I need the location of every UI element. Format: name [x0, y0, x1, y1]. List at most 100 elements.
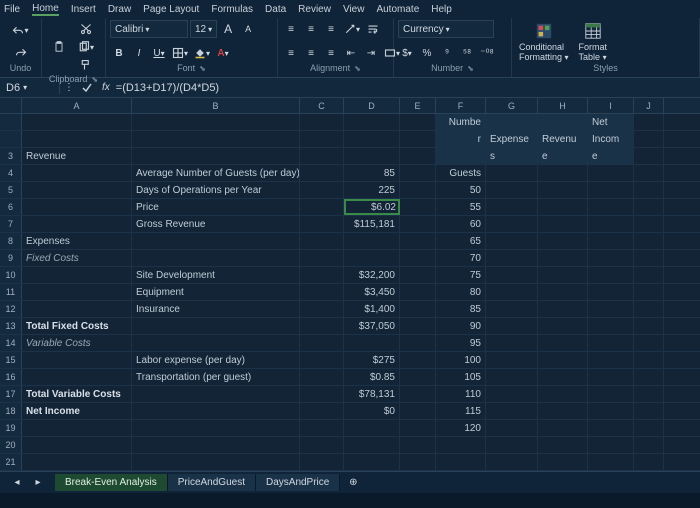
cell[interactable]	[538, 199, 588, 215]
row-header[interactable]: 3	[0, 148, 22, 164]
cell[interactable]	[22, 114, 132, 130]
increase-decimal-button[interactable]: ⁵⁸	[458, 44, 476, 62]
menu-tab-file[interactable]: File	[4, 4, 20, 15]
cell[interactable]	[400, 148, 436, 164]
cell[interactable]	[588, 437, 634, 453]
cell[interactable]	[344, 131, 400, 147]
menu-tab-insert[interactable]: Insert	[71, 4, 96, 15]
cell[interactable]	[22, 165, 132, 181]
row-header[interactable]: 14	[0, 335, 22, 351]
cell[interactable]	[400, 437, 436, 453]
cell[interactable]	[634, 131, 664, 147]
cell[interactable]	[634, 267, 664, 283]
cell[interactable]	[400, 352, 436, 368]
row-header[interactable]: 4	[0, 165, 22, 181]
cell[interactable]	[344, 114, 400, 130]
col-header[interactable]: G	[486, 98, 538, 113]
cell[interactable]	[132, 114, 300, 130]
grow-font-button[interactable]: A	[219, 20, 237, 38]
cell[interactable]	[344, 335, 400, 351]
cell[interactable]: Variable Costs	[22, 335, 132, 351]
cell[interactable]	[300, 267, 344, 283]
menu-tab-home[interactable]: Home	[32, 3, 59, 16]
row-header[interactable]: 6	[0, 199, 22, 215]
cell[interactable]	[538, 352, 588, 368]
cell[interactable]	[634, 437, 664, 453]
cell[interactable]	[588, 454, 634, 470]
cell[interactable]: $78,131	[344, 386, 400, 402]
cell[interactable]	[634, 182, 664, 198]
cell[interactable]	[486, 267, 538, 283]
cell[interactable]	[300, 114, 344, 130]
copy-button[interactable]: ▾	[76, 38, 96, 56]
align-center-button[interactable]: ≡	[302, 44, 320, 62]
number-format-select[interactable]: Currency▾	[398, 20, 494, 38]
cell[interactable]	[634, 199, 664, 215]
row-header[interactable]: 8	[0, 233, 22, 249]
cell[interactable]	[132, 420, 300, 436]
cell[interactable]	[400, 335, 436, 351]
cell[interactable]	[300, 437, 344, 453]
cell[interactable]: Expenses	[22, 233, 132, 249]
cell[interactable]	[538, 369, 588, 385]
menu-tab-review[interactable]: Review	[298, 4, 331, 15]
conditional-formatting-button[interactable]: ConditionalFormatting ▾	[516, 22, 572, 62]
cell[interactable]	[588, 301, 634, 317]
cell[interactable]	[132, 233, 300, 249]
cell[interactable]: Gross Revenue	[132, 216, 300, 232]
orientation-button[interactable]: ▾	[342, 20, 362, 38]
menu-tab-data[interactable]: Data	[265, 4, 286, 15]
cell[interactable]	[132, 454, 300, 470]
col-header[interactable]: H	[538, 98, 588, 113]
cell[interactable]	[634, 284, 664, 300]
indent-inc-button[interactable]: ⇥	[362, 44, 380, 62]
cell[interactable]	[300, 216, 344, 232]
cell[interactable]	[486, 335, 538, 351]
sheet-tab[interactable]: DaysAndPrice	[256, 474, 340, 491]
cell[interactable]	[634, 148, 664, 164]
cell[interactable]: Net	[588, 114, 634, 130]
cell[interactable]	[22, 267, 132, 283]
cell[interactable]	[538, 403, 588, 419]
col-header[interactable]: B	[132, 98, 300, 113]
cell[interactable]	[400, 284, 436, 300]
number-dialog-icon[interactable]: ⬊	[467, 64, 474, 73]
cell[interactable]: $32,200	[344, 267, 400, 283]
cell[interactable]: e	[588, 148, 634, 164]
cell[interactable]	[634, 386, 664, 402]
cell[interactable]	[538, 437, 588, 453]
menu-tab-formulas[interactable]: Formulas	[211, 4, 253, 15]
cell[interactable]: 65	[436, 233, 486, 249]
cell[interactable]	[634, 318, 664, 334]
shrink-font-button[interactable]: A	[239, 20, 257, 38]
cell[interactable]	[300, 233, 344, 249]
row-header[interactable]: 12	[0, 301, 22, 317]
cell[interactable]: 90	[436, 318, 486, 334]
cell[interactable]	[486, 301, 538, 317]
cell[interactable]: $37,050	[344, 318, 400, 334]
col-header[interactable]: C	[300, 98, 344, 113]
cell[interactable]	[588, 352, 634, 368]
cell[interactable]	[486, 114, 538, 130]
cell[interactable]	[538, 284, 588, 300]
cell[interactable]	[300, 454, 344, 470]
cell[interactable]	[132, 250, 300, 266]
cell[interactable]	[400, 114, 436, 130]
formula-input[interactable]	[116, 82, 700, 94]
cell[interactable]	[486, 437, 538, 453]
cell[interactable]	[344, 233, 400, 249]
cell[interactable]	[300, 131, 344, 147]
col-header[interactable]: F	[436, 98, 486, 113]
cell[interactable]	[22, 199, 132, 215]
cell[interactable]: Transportation (per guest)	[132, 369, 300, 385]
cell[interactable]	[400, 165, 436, 181]
cell[interactable]	[634, 454, 664, 470]
cell[interactable]: e	[538, 148, 588, 164]
cell[interactable]: 60	[436, 216, 486, 232]
cell[interactable]	[588, 233, 634, 249]
cell[interactable]	[486, 454, 538, 470]
cell[interactable]	[132, 403, 300, 419]
decrease-decimal-button[interactable]: ⁻⁰⁸	[478, 44, 496, 62]
cut-button[interactable]	[76, 20, 96, 38]
cell[interactable]	[634, 250, 664, 266]
